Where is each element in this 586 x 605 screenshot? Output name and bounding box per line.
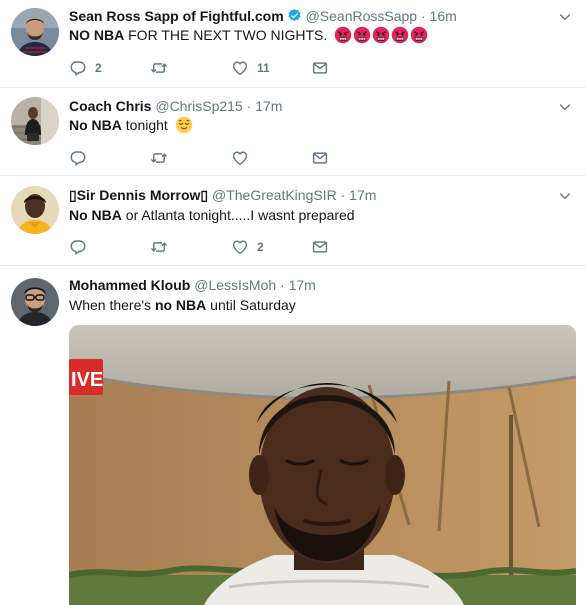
tweet-text-rest: tonight <box>121 117 168 133</box>
tweet-text-bold: No NBA <box>69 207 122 223</box>
username[interactable]: @ChrisSp215 <box>155 98 242 114</box>
tweet-text: No NBA or Atlanta tonight.....I wasnt pr… <box>69 205 355 225</box>
envelope-icon <box>311 149 329 167</box>
username[interactable]: @SeanRossSapp <box>306 8 418 24</box>
angry-face-emoji <box>334 26 352 44</box>
username[interactable]: @LessIsMoh <box>194 277 276 293</box>
relieved-face-emoji <box>175 116 193 134</box>
username[interactable]: @TheGreatKingSIR <box>212 187 337 203</box>
tweet-header: ▯Sir Dennis Morrow▯ @TheGreatKingSIR · 1… <box>69 186 376 204</box>
like-button[interactable] <box>231 148 257 168</box>
avatar[interactable] <box>11 8 59 56</box>
verified-badge-icon <box>288 8 301 21</box>
tweet-text-bold: No NBA <box>69 117 122 133</box>
retweet-icon <box>150 149 168 167</box>
tweet-photo[interactable]: IVE <box>69 325 576 605</box>
tweet-text: No NBA tonight <box>69 115 193 135</box>
timestamp[interactable]: 17m <box>349 187 376 203</box>
tweet-text-bold: NO NBA <box>69 27 125 43</box>
live-badge: IVE <box>71 369 103 391</box>
retweet-button[interactable] <box>150 148 176 168</box>
avatar[interactable] <box>11 278 59 326</box>
tweet-text-pre: When there's <box>69 297 155 313</box>
tweet-text-rest: until Saturday <box>206 297 296 313</box>
display-name[interactable]: Sean Ross Sapp of Fightful.com <box>69 8 284 24</box>
tweet[interactable]: ▯Sir Dennis Morrow▯ @TheGreatKingSIR · 1… <box>0 176 586 266</box>
direct-message-button[interactable] <box>311 58 329 78</box>
heart-icon <box>231 59 249 77</box>
reply-icon <box>69 238 87 256</box>
tweet-header: Mohammed Kloub @LessIsMoh · 17m <box>69 276 316 294</box>
direct-message-button[interactable] <box>311 237 329 257</box>
heart-icon <box>231 238 249 256</box>
tweet-header: Sean Ross Sapp of Fightful.com @SeanRoss… <box>69 7 457 25</box>
reply-icon <box>69 149 87 167</box>
reply-button[interactable] <box>69 148 95 168</box>
like-count: 11 <box>257 61 270 75</box>
like-button[interactable]: 11 <box>231 58 270 78</box>
tweet-text-rest: or Atlanta tonight.....I wasnt prepared <box>121 207 355 223</box>
chevron-down-icon[interactable] <box>558 100 572 114</box>
display-name[interactable]: Mohammed Kloub <box>69 277 190 293</box>
chevron-down-icon[interactable] <box>558 10 572 24</box>
retweet-icon <box>150 238 168 256</box>
reply-button[interactable]: 2 <box>69 58 102 78</box>
envelope-icon <box>311 59 329 77</box>
like-button[interactable]: 2 <box>231 237 264 257</box>
display-name[interactable]: ▯Sir Dennis Morrow▯ <box>69 187 208 203</box>
tweet[interactable]: Sean Ross Sapp of Fightful.com @SeanRoss… <box>0 0 586 88</box>
tweet-text: When there's no NBA until Saturday <box>69 295 296 315</box>
heart-icon <box>231 149 249 167</box>
like-count: 2 <box>257 240 264 254</box>
direct-message-button[interactable] <box>311 148 329 168</box>
avatar[interactable] <box>11 186 59 234</box>
chevron-down-icon[interactable] <box>558 189 572 203</box>
separator-dot: · <box>280 277 285 293</box>
envelope-icon <box>311 238 329 256</box>
tweet-header: Coach Chris @ChrisSp215 · 17m <box>69 97 282 115</box>
angry-face-emoji <box>410 26 428 44</box>
angry-face-emoji <box>372 26 390 44</box>
timestamp[interactable]: 17m <box>255 98 282 114</box>
separator-dot: · <box>420 8 426 24</box>
avatar[interactable] <box>11 97 59 145</box>
tweet[interactable]: Coach Chris @ChrisSp215 · 17m No NBA ton… <box>0 88 586 176</box>
reply-icon <box>69 59 87 77</box>
timestamp[interactable]: 17m <box>289 277 316 293</box>
display-name[interactable]: Coach Chris <box>69 98 151 114</box>
tweet-text-bold: no NBA <box>154 297 207 313</box>
tweet-text-rest: FOR THE NEXT TWO NIGHTS. <box>124 27 328 43</box>
timestamp[interactable]: 16m <box>430 8 457 24</box>
photo-image: IVE <box>69 325 576 605</box>
separator-dot: · <box>340 187 346 203</box>
angry-face-emoji <box>391 26 409 44</box>
separator-dot: · <box>246 98 252 114</box>
tweet-text: NO NBA FOR THE NEXT TWO NIGHTS. <box>69 25 428 45</box>
angry-face-emoji <box>353 26 371 44</box>
retweet-button[interactable] <box>150 58 176 78</box>
retweet-icon <box>150 59 168 77</box>
reply-button[interactable] <box>69 237 95 257</box>
reply-count: 2 <box>95 61 102 75</box>
retweet-button[interactable] <box>150 237 176 257</box>
